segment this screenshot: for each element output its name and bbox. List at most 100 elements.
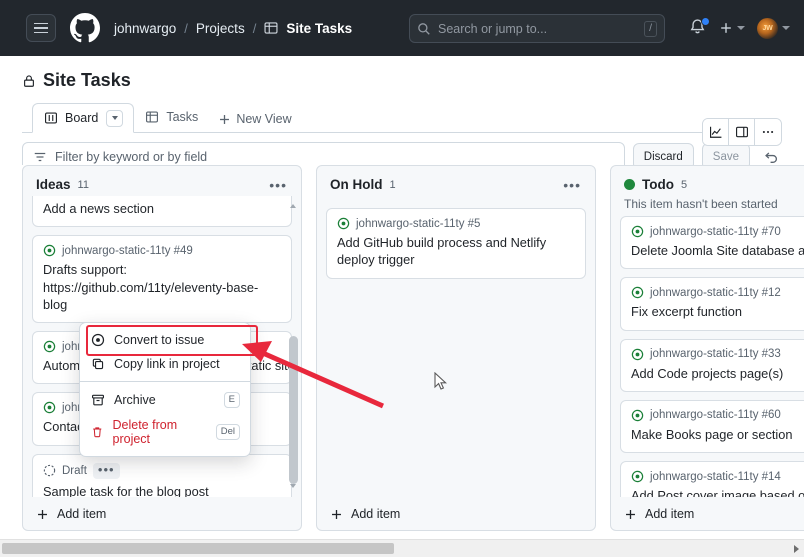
breadcrumb-separator-2: / [252,20,257,36]
page-header: Site Tasks Board Tasks New View [0,56,804,146]
search-icon [418,22,430,35]
column-header-ideas: Ideas 11 ••• [23,166,301,196]
hamburger-menu-icon[interactable] [26,14,56,42]
column-title: On Hold [330,177,383,192]
insights-icon[interactable] [703,119,729,145]
card-issue-14[interactable]: johnwargo-static-11ty #14 Add Post cover… [620,461,804,497]
issue-opened-icon [43,245,56,257]
column-vertical-scrollbar[interactable] [289,200,298,492]
context-menu-item-convert-to-issue[interactable]: Convert to issue [80,328,250,352]
lock-icon [24,74,34,87]
card-title: Delete Joomla Site database and folder [631,243,804,258]
card-repo-ref: johnwargo-static-11ty #70 [650,225,781,238]
card-issue-60[interactable]: johnwargo-static-11ty #60 Make Books pag… [620,399,804,454]
card-repo-ref: johnwargo-static-11ty #60 [650,409,781,422]
page-horizontal-scrollbar[interactable] [0,539,804,557]
issue-opened-icon [91,333,105,347]
add-item-button-on-hold[interactable]: Add item [317,497,595,530]
card-title: Add GitHub build process and Netlify dep… [337,235,547,268]
card-issue-39[interactable]: johnwargo-static-11ty #39 Add a news sec… [32,196,292,228]
card-meta: johnwargo-static-11ty #49 [43,244,281,257]
draft-issue-icon [43,464,56,477]
table-icon [146,111,159,123]
column-cards-on-hold: johnwargo-static-11ty #5 Add GitHub buil… [317,196,595,497]
card-repo-ref: johnwargo-static-11ty #5 [356,217,481,230]
context-menu-shortcut: E [223,392,240,408]
page-header-actions [702,118,782,146]
issue-opened-icon [631,287,644,299]
card-repo-ref: johnwargo-static-11ty #49 [62,244,193,257]
breadcrumb-owner[interactable]: johnwargo [114,21,176,36]
column-subtitle: This item hasn't been started [624,197,778,211]
add-item-button-ideas[interactable]: Add item [23,497,301,530]
page-title: Site Tasks [43,70,131,90]
card-issue-70[interactable]: johnwargo-static-11ty #70 Delete Joomla … [620,216,804,270]
create-new-button[interactable] [719,21,745,35]
tab-board[interactable]: Board [32,103,135,133]
avatar-chevron-down-icon [782,26,790,30]
card-meta: johnwargo-static-11ty #70 [631,225,804,238]
breadcrumb-current-project[interactable]: Site Tasks [286,21,352,36]
column-cards-todo: johnwargo-static-11ty #70 Delete Joomla … [611,216,804,497]
card-repo-ref: johnwargo-static-11ty #14 [650,470,781,483]
card-meta: johnwargo-static-11ty #14 [631,470,804,483]
side-panel-icon[interactable] [729,119,755,145]
add-item-label: Add item [351,507,401,521]
scrollbar-thumb[interactable] [289,336,298,484]
project-table-icon [264,22,278,34]
card-title: Fix excerpt function [631,304,742,320]
issue-opened-icon [43,402,56,414]
breadcrumb-projects[interactable]: Projects [196,21,245,36]
notifications-bell-icon[interactable] [689,17,710,38]
more-options-icon[interactable] [755,119,781,145]
card-issue-33[interactable]: johnwargo-static-11ty #33 Add Code proje… [620,338,804,392]
search-input[interactable]: Search or jump to... / [409,14,665,43]
card-issue-12[interactable]: johnwargo-static-11ty #12 Fix excerpt fu… [620,277,804,331]
card-issue-49[interactable]: johnwargo-static-11ty #49 Drafts support… [32,235,292,324]
card-draft[interactable]: Draft ••• Sample task for the blog post [32,453,292,497]
scroll-down-arrow-icon[interactable] [290,484,296,488]
column-more-options-icon[interactable]: ••• [559,178,585,192]
card-meta: johnwargo-static-11ty #5 [337,217,575,230]
column-title: Todo [642,177,674,192]
card-meta: johnwargo-static-11ty #60 [631,409,804,422]
horizontal-scrollbar-thumb[interactable] [2,543,394,554]
card-title: Sample task for the blog post [43,483,209,497]
card-repo-ref: johnwargo-static-11ty #12 [650,286,781,299]
breadcrumb-separator-1: / [184,20,188,36]
page-title-row: Site Tasks [22,70,782,91]
scroll-right-arrow-icon[interactable] [794,544,799,553]
copy-icon [92,358,104,370]
context-menu-item-archive[interactable]: Archive E [80,387,250,413]
column-count: 11 [77,178,89,191]
plus-icon [721,23,731,33]
column-more-options-icon[interactable]: ••• [265,178,291,192]
column-title: Ideas [36,177,71,192]
card-title: Add Code projects page(s) [631,365,784,381]
context-menu-item-copy-link[interactable]: Copy link in project [80,352,250,376]
card-issue-5[interactable]: johnwargo-static-11ty #5 Add GitHub buil… [326,208,586,279]
scroll-up-arrow-icon[interactable] [290,204,296,208]
column-count: 1 [389,178,396,191]
card-meta: Draft ••• [43,462,281,479]
card-more-options-icon[interactable]: ••• [92,462,120,479]
add-item-button-todo[interactable]: Add item [611,497,804,530]
new-view-button[interactable]: New View [208,106,301,132]
context-menu-label: Convert to issue [114,333,205,347]
context-menu-item-delete-from-project[interactable]: Delete from project Del [80,413,250,451]
card-title: Add a news section [43,201,154,216]
column-header-todo: Todo 5 ••• [611,166,804,196]
plus-icon [626,509,635,519]
tab-board-dropdown-icon[interactable] [106,109,124,127]
filter-placeholder: Filter by keyword or by field [55,149,208,164]
tab-tasks[interactable]: Tasks [134,102,208,132]
card-context-menu: Convert to issue Copy link in project Ar… [79,322,251,457]
breadcrumb: johnwargo / Projects / Site Tasks [114,21,352,36]
card-repo-ref: johnwargo-static-11ty #33 [650,348,781,361]
github-logo-icon[interactable] [70,13,100,43]
user-avatar-button[interactable]: JW [757,17,790,39]
plus-icon [38,509,47,519]
board-icon [45,112,57,124]
context-menu-shortcut: Del [215,424,240,440]
add-item-label: Add item [645,507,695,521]
